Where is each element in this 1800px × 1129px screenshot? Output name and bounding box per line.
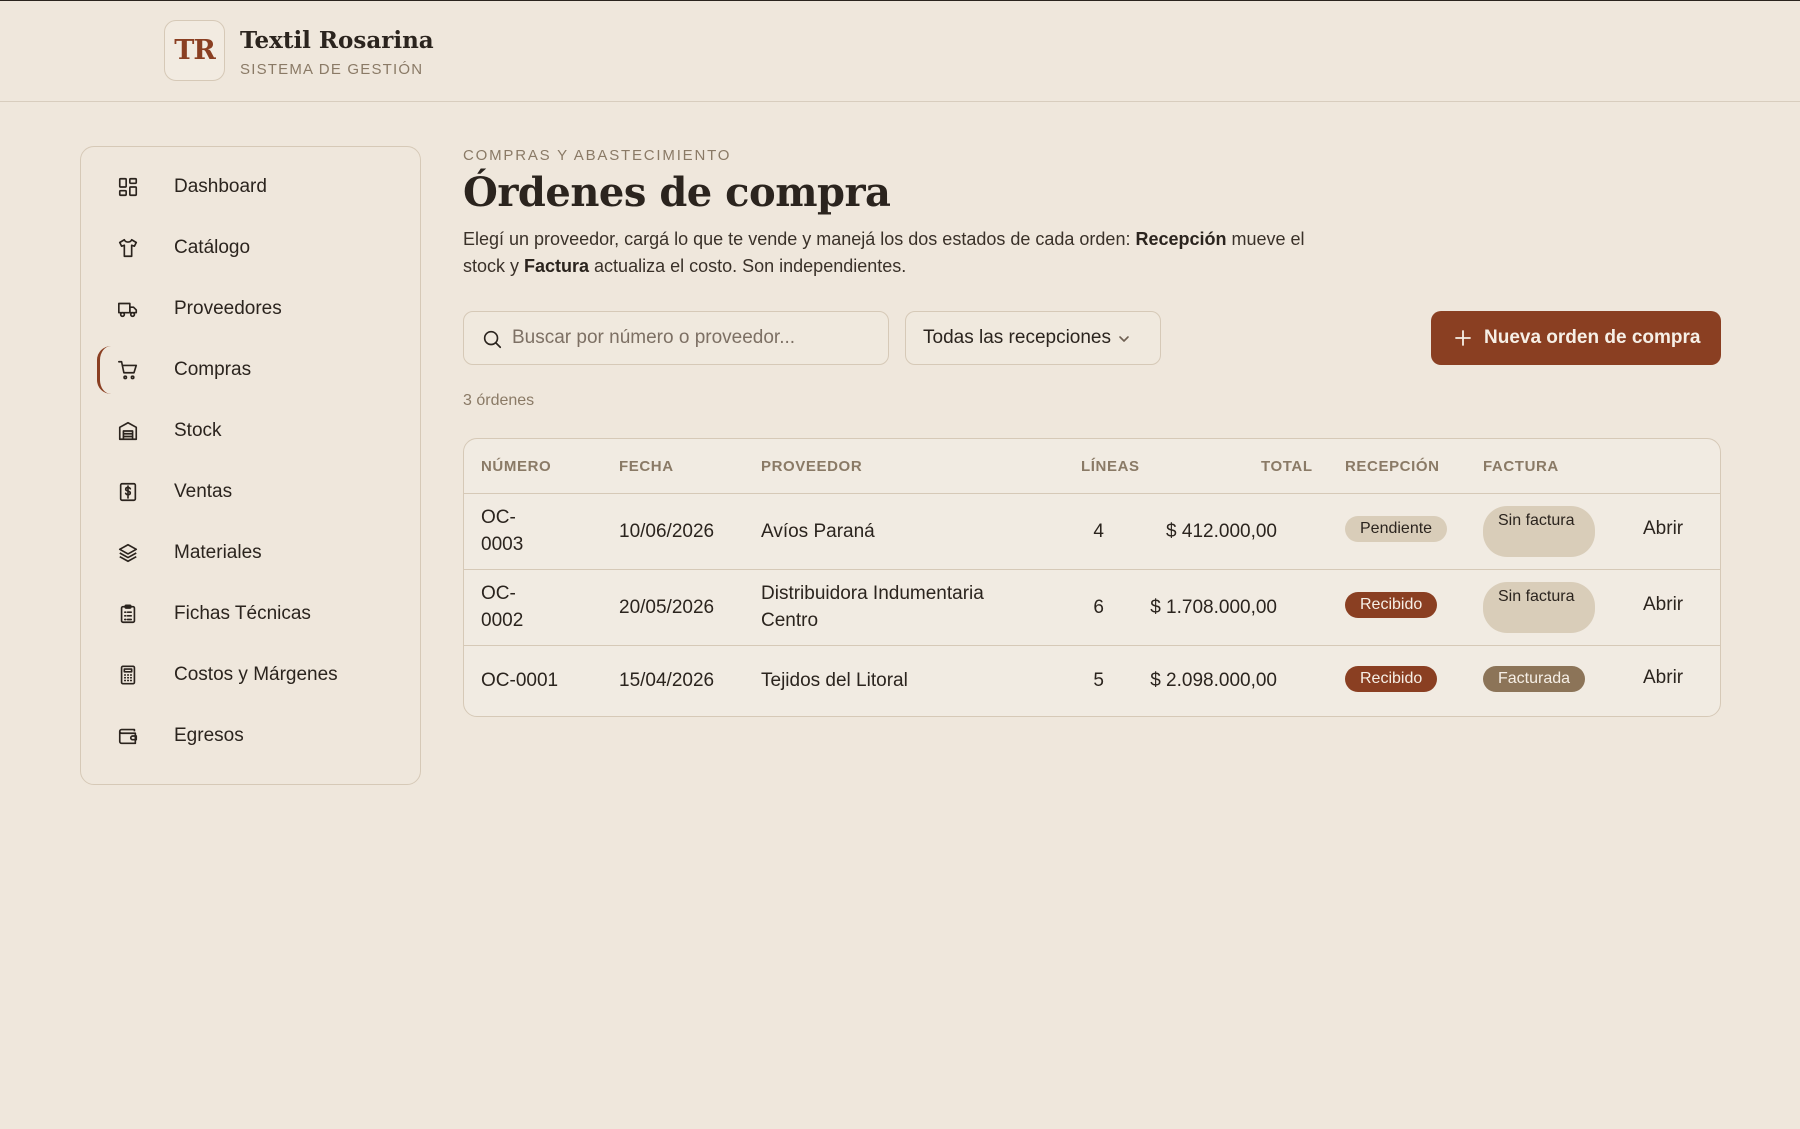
shirt-icon — [118, 238, 138, 258]
cell-fecha: 10/06/2026 — [619, 521, 715, 542]
sidebar-item-label: Catálogo — [174, 237, 251, 258]
column-header-lineas: LÍNEAS — [1081, 458, 1140, 475]
cell-total: $ 1.708.000,00 — [1150, 597, 1277, 618]
clipboard-icon — [120, 604, 136, 624]
wallet-icon — [118, 728, 138, 745]
cell-proveedor: Distribuidora Indumentaria Centro — [761, 583, 984, 631]
sidebar-item-egresos[interactable]: Egresos — [97, 710, 405, 762]
plus-icon — [1455, 330, 1471, 346]
cell-numero: OC- 0002 — [481, 583, 524, 631]
sidebar-item-label: Proveedores — [174, 298, 282, 319]
column-header-total: TOTAL — [1261, 458, 1313, 475]
sidebar-item-label: Fichas Técnicas — [174, 603, 311, 624]
reception-status-badge: Recibido — [1345, 666, 1438, 692]
reception-filter-value: Todas las recepciones — [923, 327, 1111, 348]
cell-numero: OC- 0003 — [481, 507, 524, 555]
cell-lineas: 4 — [1093, 521, 1104, 542]
calculator-icon — [120, 665, 136, 685]
page-title: Órdenes de compra — [463, 169, 891, 216]
search-input[interactable] — [512, 312, 872, 364]
reception-status-badge: Pendiente — [1345, 516, 1448, 542]
dashboard-icon — [118, 177, 138, 197]
invoice-status-badge: Facturada — [1483, 666, 1586, 692]
sidebar-item-label: Stock — [174, 420, 222, 441]
brand-subtitle: SISTEMA DE GESTIÓN — [240, 61, 424, 78]
sidebar-item-compras[interactable]: Compras — [97, 344, 405, 396]
cell-numero: OC-0001 — [481, 670, 559, 691]
section-kicker: COMPRAS Y ABASTECIMIENTO — [463, 147, 732, 164]
cell-fecha: 20/05/2026 — [619, 597, 715, 618]
sidebar-item-label: Ventas — [174, 481, 233, 502]
sidebar-item-label: Compras — [174, 359, 252, 380]
open-order-link[interactable]: Abrir — [1643, 518, 1683, 540]
invoice-status-badge: Sin factura — [1483, 582, 1595, 633]
sidebar-item-proveedores[interactable]: Proveedores — [97, 283, 405, 335]
sidebar-item-ventas[interactable]: Ventas — [97, 466, 405, 518]
table-row[interactable]: OC- 0003 10/06/2026 Avíos Paraná 4 $ 412… — [464, 494, 1720, 570]
sidebar-item-dashboard[interactable]: Dashboard — [97, 161, 405, 213]
sidebar-item-costos-margenes[interactable]: Costos y Márgenes — [97, 649, 405, 701]
layers-icon — [118, 543, 138, 563]
sidebar-item-catalogo[interactable]: Catálogo — [97, 222, 405, 274]
reception-status-badge: Recibido — [1345, 592, 1438, 618]
purchase-orders-table: NÚMERO FECHA PROVEEDOR LÍNEAS TOTAL RECE… — [463, 438, 1721, 717]
order-count: 3 órdenes — [463, 392, 535, 409]
new-purchase-order-button[interactable]: Nueva orden de compra — [1431, 311, 1721, 365]
truck-icon — [118, 302, 138, 318]
table-header: NÚMERO FECHA PROVEEDOR LÍNEAS TOTAL RECE… — [464, 439, 1720, 494]
sidebar-item-stock[interactable]: Stock — [97, 405, 405, 457]
brand-name: Textil Rosarina — [240, 27, 434, 54]
column-header-proveedor: PROVEEDOR — [761, 458, 863, 475]
new-purchase-order-label: Nueva orden de compra — [1484, 327, 1701, 348]
search-box — [463, 311, 889, 365]
sidebar-item-label: Materiales — [174, 542, 262, 563]
cell-proveedor: Avíos Paraná — [761, 521, 875, 542]
brand-logo: TR — [164, 20, 225, 81]
open-order-link[interactable]: Abrir — [1643, 594, 1683, 616]
sidebar-item-label: Dashboard — [174, 176, 267, 197]
table-row[interactable]: OC- 0002 20/05/2026 Distribuidora Indume… — [464, 570, 1720, 646]
open-order-link[interactable]: Abrir — [1643, 667, 1683, 689]
warehouse-icon — [118, 421, 138, 441]
sidebar-item-label: Egresos — [174, 725, 244, 746]
column-header-numero: NÚMERO — [481, 458, 552, 475]
top-bar: TR Textil Rosarina SISTEMA DE GESTIÓN — [0, 1, 1800, 102]
cell-total: $ 412.000,00 — [1166, 521, 1277, 542]
cell-total: $ 2.098.000,00 — [1150, 670, 1277, 691]
chevron-down-icon — [1119, 336, 1129, 342]
sidebar-item-materiales[interactable]: Materiales — [97, 527, 405, 579]
column-header-recepcion: RECEPCIÓN — [1345, 458, 1440, 475]
sidebar-item-fichas-tecnicas[interactable]: Fichas Técnicas — [97, 588, 405, 640]
column-header-fecha: FECHA — [619, 458, 674, 475]
search-icon — [483, 330, 502, 349]
cell-proveedor: Tejidos del Litoral — [761, 670, 908, 691]
page-description: Elegí un proveedor, cargá lo que te vend… — [463, 229, 1305, 276]
cart-icon — [118, 360, 138, 380]
reception-filter-select[interactable]: Todas las recepciones — [905, 311, 1161, 365]
invoice-status-badge: Sin factura — [1483, 506, 1595, 557]
receipt-dollar-icon — [119, 482, 137, 502]
cell-lineas: 5 — [1093, 670, 1104, 691]
cell-fecha: 15/04/2026 — [619, 670, 715, 691]
cell-lineas: 6 — [1093, 597, 1104, 618]
table-row[interactable]: OC-0001 15/04/2026 Tejidos del Litoral 5… — [464, 646, 1720, 716]
column-header-factura: FACTURA — [1483, 458, 1559, 475]
sidebar-item-label: Costos y Márgenes — [174, 664, 338, 685]
sidebar: Dashboard Catálogo Proveedores Compras S… — [80, 146, 421, 785]
